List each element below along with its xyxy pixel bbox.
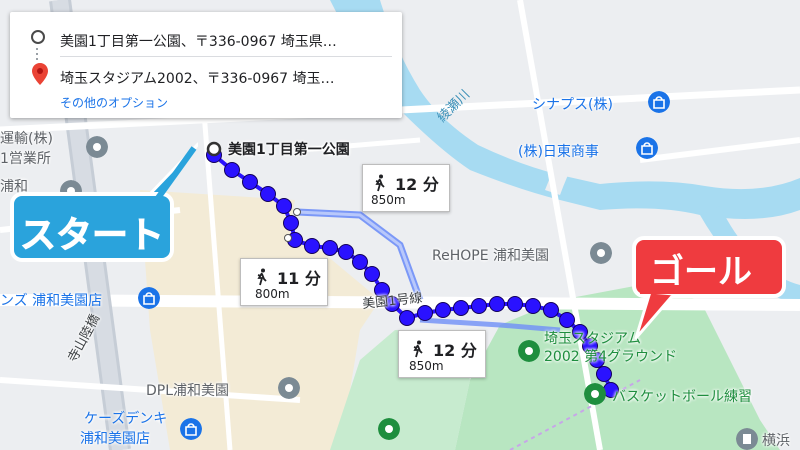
- route-dot: [352, 254, 368, 270]
- route-dot: [489, 296, 505, 312]
- route-time: 12 分: [433, 341, 477, 360]
- waypoint-dot: [293, 208, 301, 216]
- poi-ks-label-2[interactable]: 浦和美園店: [80, 428, 150, 448]
- route-info-box[interactable]: 12 分 850m: [398, 330, 486, 378]
- card-separator: [60, 56, 392, 57]
- route-dot: [304, 238, 320, 254]
- route-dots-icon: [36, 48, 38, 62]
- route-dot: [417, 305, 433, 321]
- poi-icon[interactable]: [584, 383, 606, 405]
- route-time: 12 分: [395, 175, 439, 194]
- waypoint-dot: [284, 234, 292, 242]
- route-dot: [283, 215, 299, 231]
- poi-icon[interactable]: [590, 242, 612, 264]
- route-dot: [453, 300, 469, 316]
- route-dot: [471, 298, 487, 314]
- destination-pin-icon: [32, 63, 48, 85]
- walk-icon: [413, 340, 423, 358]
- shopping-bag-icon[interactable]: [138, 287, 160, 309]
- route-dot: [260, 186, 276, 202]
- poi-icon[interactable]: [518, 340, 540, 362]
- destination-field[interactable]: 埼玉スタジアム2002、〒336-0967 埼玉…: [60, 68, 335, 88]
- route-dot: [543, 302, 559, 318]
- poi-synapse-label[interactable]: シナプス(株): [532, 94, 613, 114]
- shopping-bag-icon[interactable]: [180, 418, 202, 440]
- poi-ks-label-1[interactable]: ケーズデンキ: [84, 408, 167, 428]
- origin-ring-icon: [31, 30, 45, 44]
- poi-icon[interactable]: [278, 377, 300, 399]
- route-dot: [242, 174, 258, 190]
- building-icon[interactable]: [736, 428, 758, 450]
- poi-dpl-label[interactable]: DPL浦和美園: [146, 380, 229, 400]
- poi-z-label[interactable]: ンズ 浦和美園店: [0, 290, 102, 310]
- route-distance: 850m: [371, 193, 406, 207]
- route-dot: [322, 240, 338, 256]
- route-dot: [364, 266, 380, 282]
- route-dot: [507, 296, 523, 312]
- poi-rehope-label[interactable]: ReHOPE 浦和美園: [432, 245, 549, 265]
- route-distance: 850m: [409, 359, 444, 373]
- shopping-bag-icon[interactable]: [648, 91, 670, 113]
- shopping-bag-icon[interactable]: [636, 137, 658, 159]
- route-info-box[interactable]: 11 分 800m: [240, 258, 328, 306]
- start-sticker: スタート: [19, 215, 165, 257]
- route-dot: [435, 302, 451, 318]
- more-options-link[interactable]: その他のオプション: [60, 94, 168, 111]
- poi-icon[interactable]: [378, 418, 400, 440]
- route-dot: [338, 244, 354, 260]
- route-dot: [224, 162, 240, 178]
- route-dot: [399, 310, 415, 326]
- walk-icon: [375, 174, 385, 192]
- route-time: 11 分: [277, 269, 321, 288]
- poi-nittou-label[interactable]: (株)日東商事: [518, 141, 599, 161]
- origin-field[interactable]: 美園1丁目第一公園、〒336-0967 埼玉県…: [60, 31, 337, 51]
- origin-label: 美園1丁目第一公園: [228, 142, 350, 158]
- walk-icon: [257, 268, 267, 286]
- directions-card: 美園1丁目第一公園、〒336-0967 埼玉県… 埼玉スタジアム2002、〒33…: [10, 12, 402, 118]
- route-dot: [525, 298, 541, 314]
- route-distance: 800m: [255, 287, 290, 301]
- route-dot: [559, 312, 575, 328]
- route-dot: [276, 198, 292, 214]
- goal-sticker: ゴール: [650, 252, 752, 292]
- route-info-box[interactable]: 12 分 850m: [362, 164, 450, 212]
- route-dot: [596, 366, 612, 382]
- poi-yoko-label: 横浜: [762, 433, 790, 449]
- poi-basketball-label[interactable]: バスケットボール練習: [612, 386, 752, 406]
- origin-marker: [206, 141, 222, 157]
